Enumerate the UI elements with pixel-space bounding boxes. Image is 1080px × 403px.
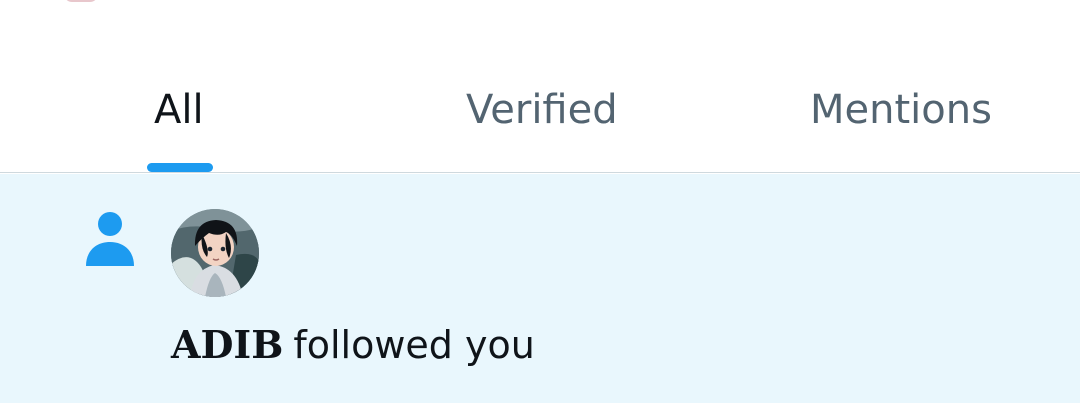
notification-text: ADIB followed you (171, 318, 535, 372)
tab-mentions[interactable]: Mentions (810, 80, 992, 140)
follower-name[interactable]: ADIB (171, 322, 283, 367)
tab-verified[interactable]: Verified (466, 80, 618, 140)
active-tab-indicator (147, 163, 213, 172)
tab-all[interactable]: All (154, 80, 204, 140)
notifications-page: All Verified Mentions ADIB followed you (0, 0, 1080, 403)
avatar[interactable] (171, 209, 259, 297)
follow-action-text: followed you (293, 323, 535, 367)
follow-notification[interactable] (0, 174, 1080, 403)
notification-tabs: All Verified Mentions (0, 0, 1080, 173)
person-icon (86, 212, 134, 266)
